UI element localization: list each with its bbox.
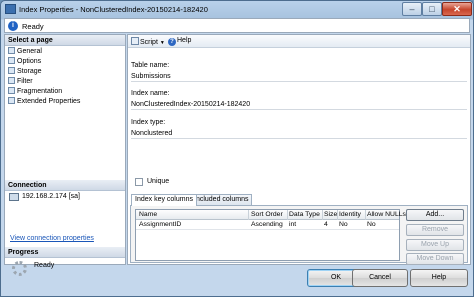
main-pane: Script ▼ ? Help Table name: Submissions I… bbox=[127, 34, 471, 265]
column-separator bbox=[248, 210, 249, 220]
sidebar-item-label: Extended Properties bbox=[17, 98, 81, 105]
index-key-columns-panel: Name Sort Order Data Type Size Identity … bbox=[130, 205, 468, 265]
cell-name: AssignmentID bbox=[139, 221, 182, 228]
sidebar-item-filter[interactable]: Filter bbox=[8, 77, 33, 86]
column-header-allow-nulls[interactable]: Allow NULLs bbox=[367, 211, 406, 218]
sidebar-item-storage[interactable]: Storage bbox=[8, 67, 42, 76]
column-separator bbox=[287, 210, 288, 220]
index-type-value: Nonclustered bbox=[131, 130, 467, 139]
server-icon bbox=[9, 193, 19, 201]
left-pane: Select a page General Options Storage Fi… bbox=[4, 34, 126, 276]
cancel-button[interactable]: Cancel bbox=[352, 269, 408, 287]
page-icon bbox=[8, 77, 15, 84]
column-header-data-type[interactable]: Data Type bbox=[289, 211, 320, 218]
page-icon bbox=[8, 47, 15, 54]
close-button[interactable]: ✕ bbox=[442, 2, 472, 16]
column-header-size[interactable]: Size bbox=[324, 211, 337, 218]
sidebar-item-label: Options bbox=[17, 58, 42, 65]
page-icon bbox=[8, 97, 15, 104]
cell-sort-order: Ascending bbox=[251, 221, 283, 228]
sidebar-item-label: Filter bbox=[17, 78, 33, 85]
column-header-identity[interactable]: Identity bbox=[339, 211, 361, 218]
remove-button[interactable]: Remove bbox=[406, 224, 464, 236]
help-button[interactable]: ? Help bbox=[168, 37, 191, 46]
sidebar-item-label: Fragmentation bbox=[17, 88, 63, 95]
script-button[interactable]: Script ▼ bbox=[131, 37, 165, 46]
page-icon bbox=[8, 67, 15, 74]
cell-size: 4 bbox=[324, 221, 328, 228]
sidebar-item-label: Storage bbox=[17, 68, 42, 75]
maximize-button[interactable]: □ bbox=[422, 2, 442, 16]
index-name-label: Index name: bbox=[131, 90, 170, 97]
index-columns-grid: Name Sort Order Data Type Size Identity … bbox=[135, 209, 406, 261]
script-dropdown-icon[interactable]: ▼ bbox=[160, 40, 165, 46]
unique-checkbox[interactable] bbox=[135, 178, 143, 186]
script-label: Script bbox=[140, 39, 158, 46]
sidebar-item-label: General bbox=[17, 48, 42, 55]
move-down-button[interactable]: Move Down bbox=[406, 253, 464, 265]
select-page-header: Select a page bbox=[5, 35, 125, 46]
help-dialog-button[interactable]: Help bbox=[410, 269, 468, 287]
move-up-button[interactable]: Move Up bbox=[406, 239, 464, 251]
page-icon bbox=[8, 87, 15, 94]
status-text: Ready bbox=[22, 22, 44, 31]
table-row[interactable]: AssignmentID Ascending int 4 No No bbox=[136, 220, 399, 230]
info-icon: i bbox=[8, 21, 18, 31]
sidebar-item-general[interactable]: General bbox=[8, 47, 42, 56]
grid-header: Name Sort Order Data Type Size Identity … bbox=[136, 210, 406, 220]
index-properties-window: Index Properties - NonClusteredIndex-201… bbox=[0, 0, 474, 297]
title-bar: Index Properties - NonClusteredIndex-201… bbox=[1, 1, 473, 18]
connection-header: Connection bbox=[5, 180, 125, 191]
tab-included-columns[interactable]: Included columns bbox=[190, 194, 253, 205]
help-icon: ? bbox=[168, 38, 176, 46]
view-connection-properties-link[interactable]: View connection properties bbox=[10, 235, 94, 242]
page-icon bbox=[8, 57, 15, 64]
sidebar-item-options[interactable]: Options bbox=[8, 57, 41, 66]
sidebar-item-extended-properties[interactable]: Extended Properties bbox=[8, 97, 80, 106]
table-name-value: Submissions bbox=[131, 73, 467, 82]
index-properties-icon bbox=[5, 4, 16, 14]
connection-server: 192.168.2.174 [sa] bbox=[22, 193, 80, 200]
minimize-button[interactable]: – bbox=[402, 2, 422, 16]
help-label: Help bbox=[177, 37, 192, 44]
index-type-label: Index type: bbox=[131, 119, 166, 126]
dialog-button-bar: OK Cancel Help bbox=[1, 265, 473, 296]
column-header-name[interactable]: Name bbox=[139, 211, 157, 218]
column-separator bbox=[365, 210, 366, 220]
column-separator bbox=[337, 210, 338, 220]
progress-header: Progress bbox=[5, 247, 125, 258]
window-title: Index Properties - NonClusteredIndex-201… bbox=[19, 5, 208, 14]
cell-allow-nulls: No bbox=[367, 221, 376, 228]
script-icon bbox=[131, 37, 139, 45]
cell-data-type: int bbox=[289, 221, 297, 228]
add-button[interactable]: Add... bbox=[406, 209, 464, 221]
table-name-label: Table name: bbox=[131, 62, 170, 69]
tab-index-key-columns[interactable]: Index key columns bbox=[131, 194, 197, 206]
unique-label: Unique bbox=[147, 178, 170, 185]
cell-identity: No bbox=[339, 221, 348, 228]
column-header-sort-order[interactable]: Sort Order bbox=[251, 211, 283, 218]
status-bar: i Ready bbox=[4, 18, 470, 33]
sidebar-item-fragmentation[interactable]: Fragmentation bbox=[8, 87, 62, 96]
toolbar: Script ▼ ? Help bbox=[128, 35, 470, 48]
column-separator bbox=[322, 210, 323, 220]
index-name-field[interactable]: NonClusteredIndex-20150214-182420 bbox=[131, 101, 467, 110]
